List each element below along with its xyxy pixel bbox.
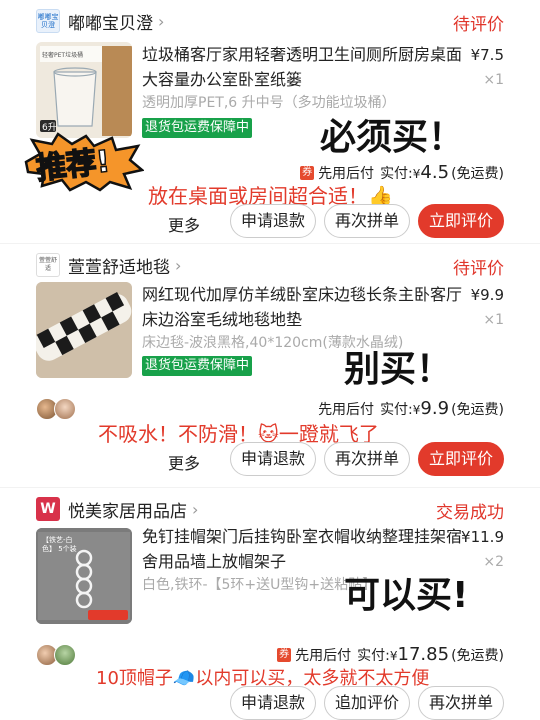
- review-now-button[interactable]: 立即评价: [417, 204, 504, 238]
- annotation-verdict: 可以买!: [344, 575, 469, 616]
- shop-name: 悦美家居用品店: [68, 501, 187, 522]
- request-refund-button[interactable]: 申请退款: [229, 686, 316, 720]
- order-status: 待评价: [453, 15, 504, 35]
- paid-label: 实付:: [380, 402, 413, 418]
- product-thumbnail[interactable]: 【铁艺-白色】 5个装: [36, 528, 132, 624]
- product-price: ¥7.5: [470, 46, 504, 64]
- reorder-button[interactable]: 再次拼单: [417, 686, 504, 720]
- shop-logo: W: [36, 497, 60, 521]
- order-actions: 申请退款 再次拼单 立即评价: [229, 204, 504, 238]
- paid-amount: 17.85: [397, 644, 450, 665]
- shop-header[interactable]: 嘟嘟宝贝澄 嘟嘟宝贝澄 ›: [36, 8, 164, 34]
- product-price: ¥9.9: [470, 286, 504, 304]
- product-quantity: ×1: [483, 72, 504, 88]
- pay-later-label: 先用后付: [295, 648, 352, 664]
- currency-symbol: ¥: [389, 649, 398, 663]
- shop-header[interactable]: W 悦美家居用品店 ›: [36, 496, 198, 522]
- paid-amount: 9.9: [420, 398, 450, 419]
- paid-amount: 4.5: [420, 162, 450, 183]
- shop-logo: 萱萱舒适: [36, 253, 60, 277]
- shop-name: 嘟嘟宝贝澄: [68, 13, 153, 34]
- shop-name: 萱萱舒适地毯: [68, 257, 170, 278]
- coupon-tag: 券: [277, 647, 292, 662]
- pay-later-label: 先用后付: [318, 402, 375, 418]
- buyer-avatars: [36, 398, 76, 420]
- guarantee-badge: 退货包运费保障中: [142, 118, 253, 138]
- product-quantity: ×1: [483, 312, 504, 328]
- paid-label: 实付:: [357, 648, 390, 664]
- shop-header[interactable]: 萱萱舒适 萱萱舒适地毯 ›: [36, 252, 181, 278]
- annotation-verdict: 必须买！: [320, 117, 465, 158]
- currency-symbol: ¥: [412, 403, 421, 417]
- product-thumbnail[interactable]: 轻奢PET垃圾桶 6升: [36, 42, 132, 138]
- request-refund-button[interactable]: 申请退款: [229, 204, 316, 238]
- coupon-tag: 券: [300, 165, 315, 180]
- product-thumbnail[interactable]: [36, 282, 132, 378]
- chevron-right-icon: ›: [175, 255, 182, 275]
- product-price: ¥11.9: [461, 528, 504, 546]
- recommend-sticker-text: 推荐!: [34, 143, 112, 187]
- chevron-right-icon: ›: [158, 11, 165, 31]
- shop-logo: 嘟嘟宝贝澄: [36, 9, 60, 33]
- svg-text:轻奢PET垃圾桶: 轻奢PET垃圾桶: [42, 51, 83, 59]
- review-now-button[interactable]: 立即评价: [417, 442, 504, 476]
- append-review-button[interactable]: 追加评价: [323, 686, 410, 720]
- request-refund-button[interactable]: 申请退款: [229, 442, 316, 476]
- product-title[interactable]: 垃圾桶客厅家用轻奢透明卫生间厕所厨房桌面大容量办公室卧室纸篓: [142, 42, 472, 92]
- avatar: [54, 398, 76, 420]
- reorder-button[interactable]: 再次拼单: [323, 204, 410, 238]
- payment-summary: 先用后付 实付: ¥ 9.9 (免运费): [318, 398, 504, 419]
- chevron-right-icon: ›: [192, 499, 199, 519]
- product-title[interactable]: 网红现代加厚仿羊绒卧室床边毯长条主卧客厅床边浴室毛绒地毯地垫: [142, 282, 472, 332]
- product-quantity: ×2: [483, 554, 504, 570]
- checkered-rug-image: [36, 282, 132, 378]
- order-status: 待评价: [453, 259, 504, 279]
- order-actions: 申请退款 追加评价 再次拼单: [229, 686, 504, 720]
- more-link[interactable]: 更多: [168, 212, 200, 236]
- buyer-avatars: [36, 644, 76, 666]
- avatar: [54, 644, 76, 666]
- shipping-note: (免运费): [451, 402, 504, 418]
- guarantee-badge: 退货包运费保障中: [142, 356, 253, 376]
- order-actions: 申请退款 再次拼单 立即评价: [229, 442, 504, 476]
- payment-summary: 券 先用后付 实付: ¥ 17.85 (免运费): [277, 644, 504, 665]
- thumbnail-variant-label: 【铁艺-白色】 5个装: [42, 536, 77, 553]
- more-link[interactable]: 更多: [168, 450, 200, 474]
- order-card-2: 萱萱舒适 萱萱舒适地毯 › 待评价 网红现代加厚仿羊绒卧室床边毯长条主卧客厅床边…: [0, 244, 540, 487]
- annotation-verdict: 别买！: [344, 349, 453, 390]
- shipping-note: (免运费): [451, 648, 504, 664]
- shipping-note: (免运费): [451, 166, 504, 182]
- reorder-button[interactable]: 再次拼单: [323, 442, 410, 476]
- order-card-3: W 悦美家居用品店 › 交易成功 【铁艺-白色】 5个装 免钉挂帽架门后挂钩卧室…: [0, 488, 540, 720]
- currency-symbol: ¥: [412, 167, 421, 181]
- order-status: 交易成功: [436, 503, 504, 523]
- order-card-1: 嘟嘟宝贝澄 嘟嘟宝贝澄 › 待评价 轻奢PET垃圾桶 6升 垃圾桶客厅家用轻奢透…: [0, 0, 540, 243]
